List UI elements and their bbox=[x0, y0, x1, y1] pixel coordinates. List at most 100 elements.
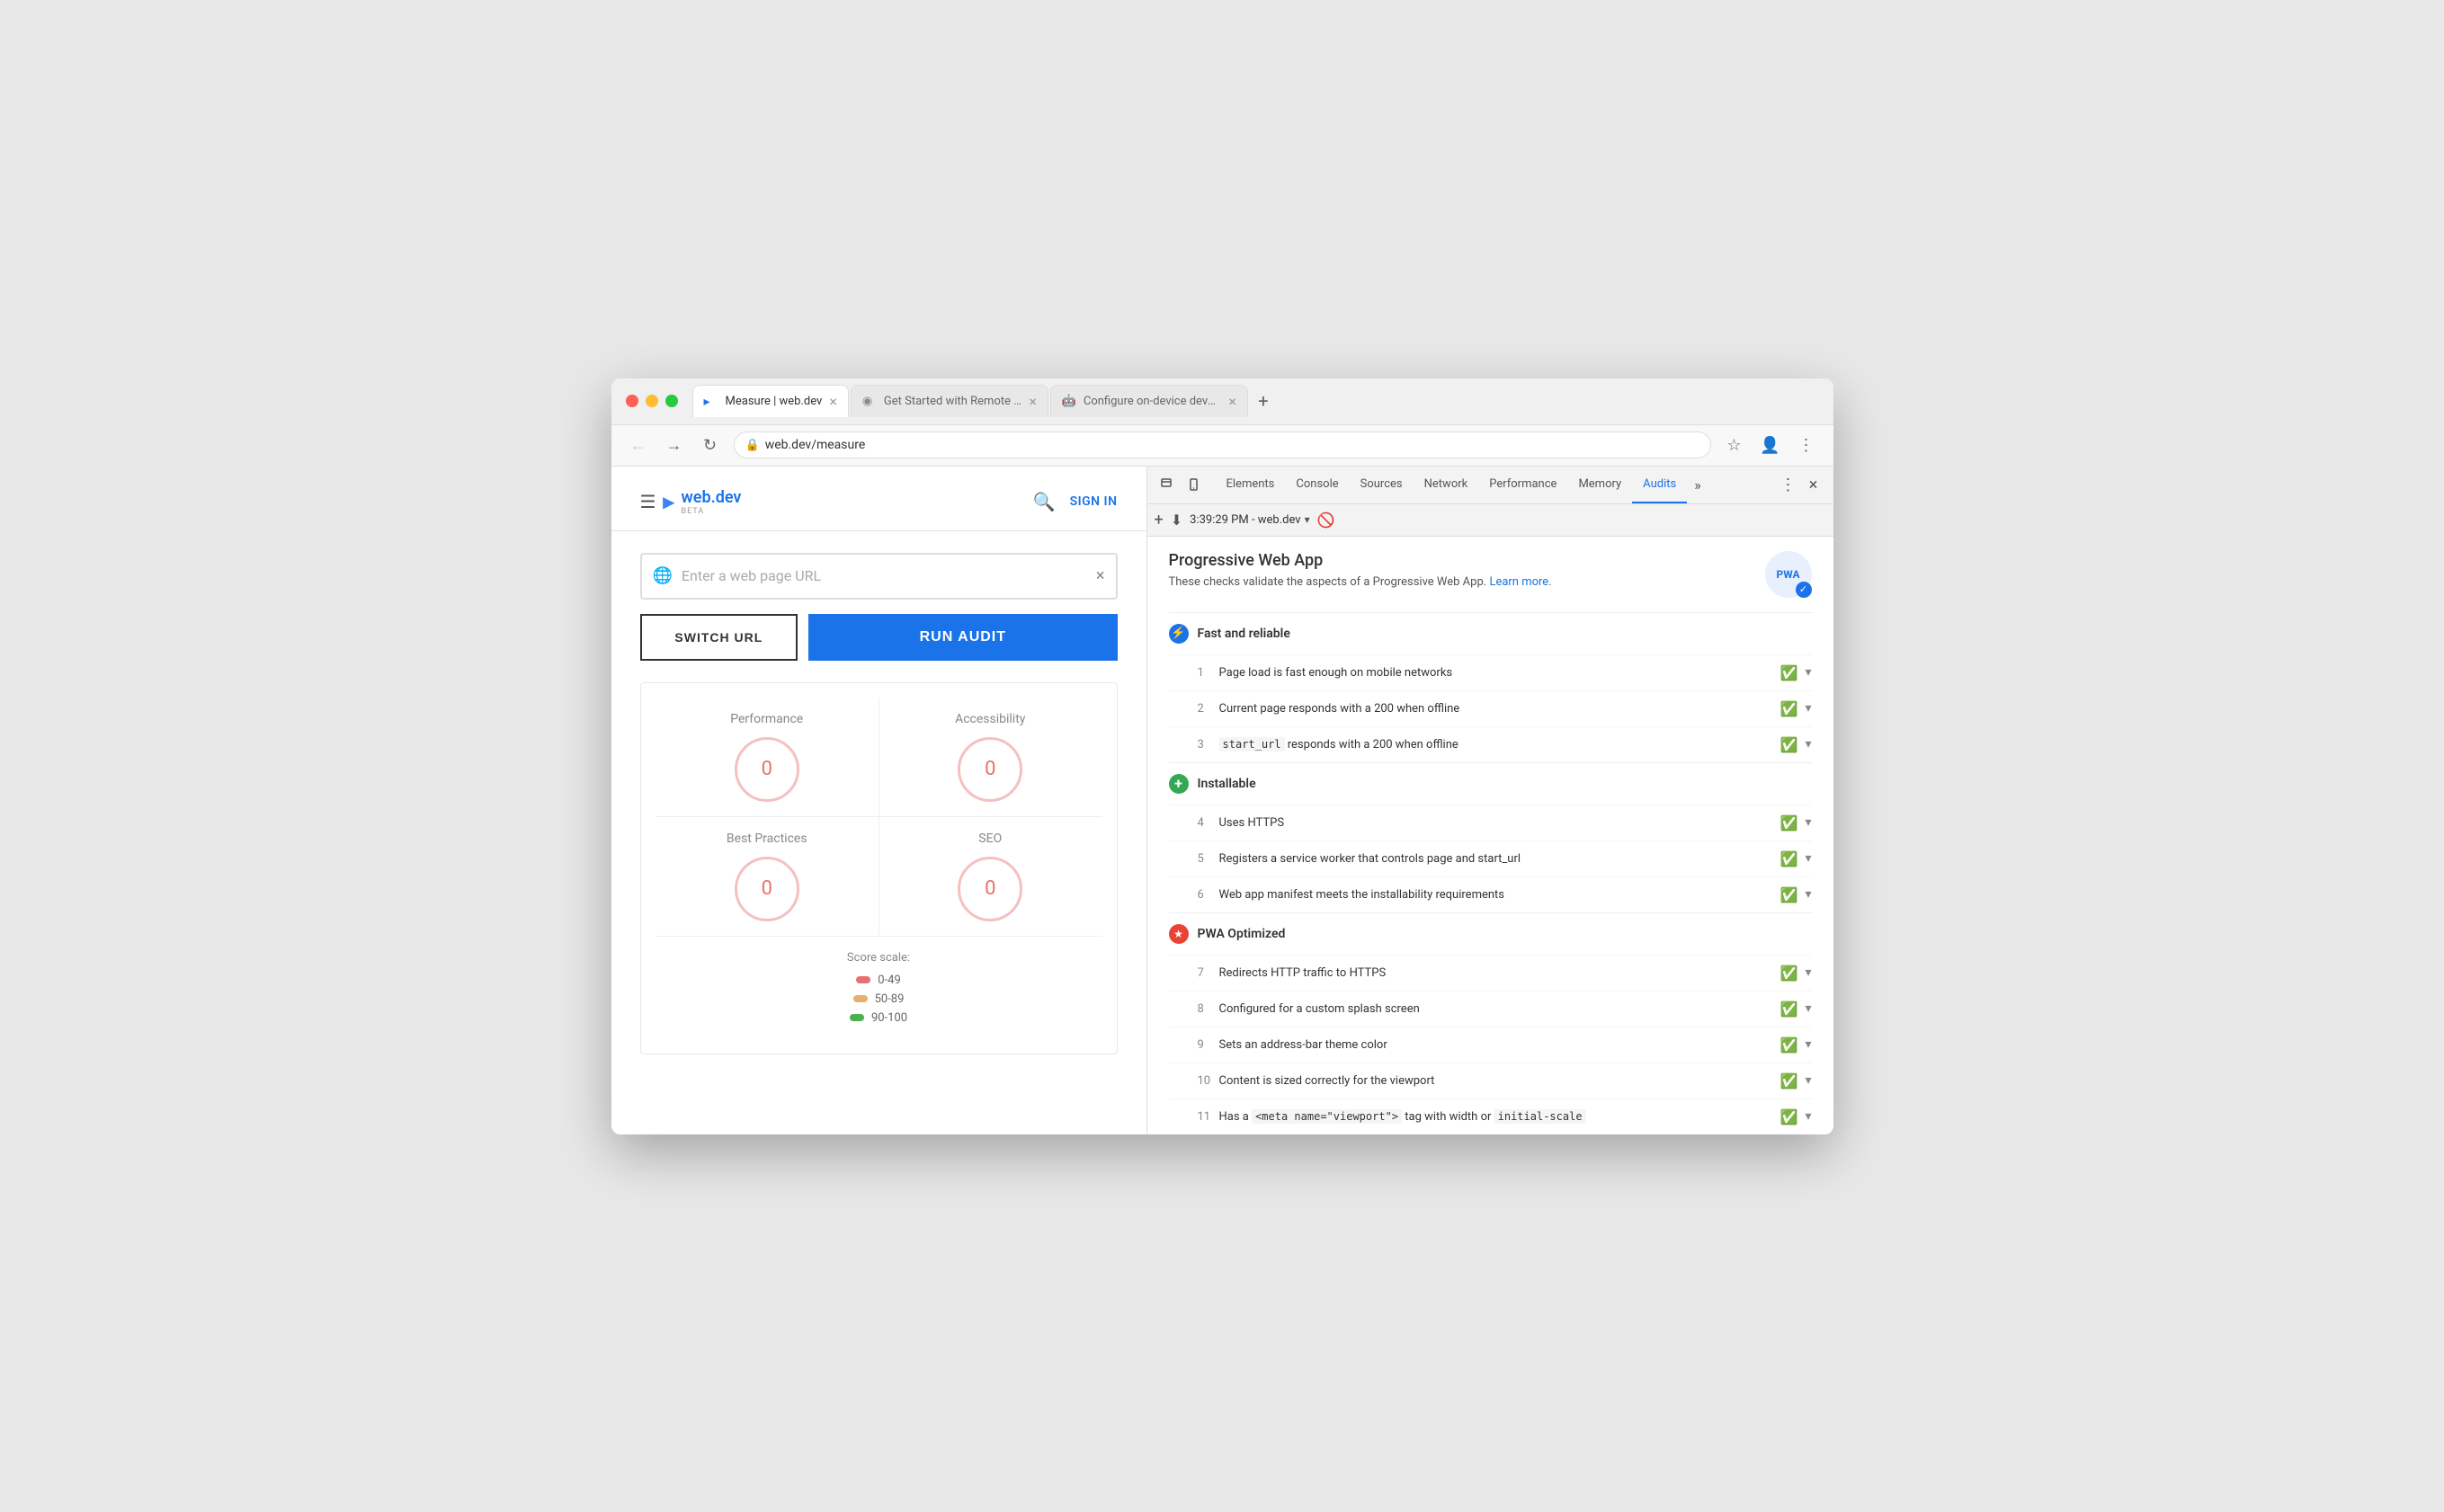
tab-close-1[interactable]: × bbox=[829, 395, 837, 409]
audit-item-8: 8 Configured for a custom splash screen … bbox=[1169, 991, 1812, 1027]
tab-favicon-1: ▸ bbox=[704, 395, 718, 409]
forward-button[interactable]: → bbox=[662, 432, 687, 458]
devtools-panel: Elements Console Sources Network Perform… bbox=[1147, 467, 1833, 1134]
audit-text-5: Registers a service worker that controls… bbox=[1219, 852, 1780, 866]
audit-expand-6[interactable]: ▾ bbox=[1805, 887, 1811, 902]
back-button[interactable]: ← bbox=[626, 432, 651, 458]
audit-expand-3[interactable]: ▾ bbox=[1805, 737, 1811, 752]
search-icon[interactable]: 🔍 bbox=[1033, 491, 1056, 512]
scores-grid: Performance 0 Accessibility 0 bbox=[656, 698, 1102, 937]
audit-item-9: 9 Sets an address-bar theme color ✅ ▾ bbox=[1169, 1027, 1812, 1063]
audit-check-icon-7: ✅ bbox=[1780, 965, 1798, 982]
seo-circle: 0 bbox=[958, 857, 1022, 921]
seo-value: 0 bbox=[985, 877, 995, 900]
audit-num-9: 9 bbox=[1198, 1038, 1219, 1052]
audit-item-4: 4 Uses HTTPS ✅ ▾ bbox=[1169, 805, 1812, 840]
audit-item-2: 2 Current page responds with a 200 when … bbox=[1169, 690, 1812, 726]
audit-expand-7[interactable]: ▾ bbox=[1805, 965, 1811, 980]
maximize-traffic-light[interactable] bbox=[665, 395, 678, 407]
address-input[interactable]: 🔒 web.dev/measure bbox=[734, 431, 1711, 458]
tab-close-2[interactable]: × bbox=[1029, 395, 1037, 409]
chrome-menu-button[interactable]: ⋮ bbox=[1794, 432, 1819, 458]
audit-check-icon-10: ✅ bbox=[1780, 1072, 1798, 1090]
audit-num-7: 7 bbox=[1198, 966, 1219, 980]
tab-network[interactable]: Network bbox=[1414, 467, 1479, 504]
audit-text-3: start_url responds with a 200 when offli… bbox=[1219, 738, 1780, 752]
tab-memory[interactable]: Memory bbox=[1567, 467, 1632, 504]
pwa-optimized-icon: ★ bbox=[1169, 924, 1189, 944]
pwa-badge-check-icon: ✓ bbox=[1796, 582, 1812, 598]
tab-remote-debug[interactable]: ◉ Get Started with Remote Debu... × bbox=[851, 385, 1048, 417]
download-audit-icon[interactable]: ⬇ bbox=[1171, 511, 1182, 529]
scale-section: Score scale: 0-49 50-89 90-100 bbox=[656, 937, 1102, 1039]
more-tabs-button[interactable]: » bbox=[1687, 476, 1708, 494]
tab-favicon-3: 🤖 bbox=[1062, 395, 1076, 409]
browser-window: ▸ Measure | web.dev × ◉ Get Started with… bbox=[611, 378, 1833, 1134]
audit-text-9: Sets an address-bar theme color bbox=[1219, 1038, 1780, 1052]
audit-expand-8[interactable]: ▾ bbox=[1805, 1001, 1811, 1016]
audit-url-dropdown-icon: ▾ bbox=[1305, 513, 1310, 526]
add-audit-icon[interactable]: + bbox=[1155, 511, 1164, 529]
device-toolbar-icon[interactable] bbox=[1183, 472, 1209, 497]
tab-audits[interactable]: Audits bbox=[1632, 467, 1687, 504]
scale-item-red: 0-49 bbox=[856, 974, 901, 987]
pwa-learn-more-link[interactable]: Learn more bbox=[1489, 575, 1548, 589]
audit-url-badge[interactable]: 3:39:29 PM - web.dev ▾ bbox=[1190, 513, 1310, 527]
installable-title: Installable bbox=[1198, 777, 1256, 791]
audit-check-icon-5: ✅ bbox=[1780, 850, 1798, 867]
tab-sources[interactable]: Sources bbox=[1350, 467, 1414, 504]
measure-content: 🌐 Enter a web page URL × SWITCH URL RUN … bbox=[611, 553, 1146, 1054]
run-audit-button[interactable]: RUN AUDIT bbox=[808, 614, 1117, 661]
best-practices-circle: 0 bbox=[735, 857, 799, 921]
performance-score: Performance 0 bbox=[656, 698, 879, 816]
accessibility-value: 0 bbox=[985, 758, 995, 780]
audit-expand-11[interactable]: ▾ bbox=[1805, 1109, 1811, 1124]
hamburger-menu-icon[interactable]: ☰ bbox=[640, 491, 656, 512]
audit-text-11: Has a <meta name="viewport"> tag with wi… bbox=[1219, 1110, 1780, 1124]
tab-configure-device[interactable]: 🤖 Configure on-device develope... × bbox=[1050, 385, 1248, 417]
audit-text-10: Content is sized correctly for the viewp… bbox=[1219, 1074, 1780, 1088]
tab-console[interactable]: Console bbox=[1285, 467, 1349, 504]
devtools-close-button[interactable]: × bbox=[1801, 472, 1826, 497]
tab-performance[interactable]: Performance bbox=[1478, 467, 1567, 504]
switch-url-button[interactable]: SWITCH URL bbox=[640, 614, 798, 661]
pwa-badge: PWA ✓ bbox=[1765, 551, 1812, 598]
signin-button[interactable]: SIGN IN bbox=[1070, 494, 1118, 509]
scale-range-yellow: 50-89 bbox=[875, 992, 905, 1006]
audit-expand-10[interactable]: ▾ bbox=[1805, 1073, 1811, 1088]
bookmark-button[interactable]: ☆ bbox=[1722, 432, 1747, 458]
reload-button[interactable]: ↻ bbox=[698, 432, 723, 458]
audit-expand-1[interactable]: ▾ bbox=[1805, 665, 1811, 680]
scale-dot-green bbox=[850, 1014, 864, 1021]
logo-text: web.dev bbox=[681, 488, 741, 507]
audit-check-icon-11: ✅ bbox=[1780, 1108, 1798, 1125]
audit-expand-2[interactable]: ▾ bbox=[1805, 701, 1811, 716]
new-tab-button[interactable]: + bbox=[1250, 387, 1277, 414]
url-input-row[interactable]: 🌐 Enter a web page URL × bbox=[640, 553, 1118, 600]
close-traffic-light[interactable] bbox=[626, 395, 638, 407]
block-requests-icon[interactable]: 🚫 bbox=[1317, 511, 1335, 529]
audit-expand-5[interactable]: ▾ bbox=[1805, 851, 1811, 866]
devtools-menu-button[interactable]: ⋮ bbox=[1776, 472, 1801, 497]
audit-expand-4[interactable]: ▾ bbox=[1805, 815, 1811, 830]
tab-title-3: Configure on-device develope... bbox=[1084, 395, 1221, 408]
pwa-badge-text: PWA bbox=[1776, 568, 1799, 581]
tab-close-3[interactable]: × bbox=[1228, 395, 1236, 409]
audit-num-1: 1 bbox=[1198, 666, 1219, 680]
minimize-traffic-light[interactable] bbox=[646, 395, 658, 407]
profile-button[interactable]: 👤 bbox=[1758, 432, 1783, 458]
webpage-header: ☰ ▸ web.dev BETA 🔍 SIGN IN bbox=[611, 467, 1146, 530]
seo-score: SEO 0 bbox=[879, 817, 1102, 936]
audit-item-11: 11 Has a <meta name="viewport"> tag with… bbox=[1169, 1098, 1812, 1134]
inspect-element-icon[interactable] bbox=[1155, 472, 1180, 497]
tab-elements[interactable]: Elements bbox=[1216, 467, 1286, 504]
audit-num-8: 8 bbox=[1198, 1002, 1219, 1016]
devtools-subbar: + ⬇ 3:39:29 PM - web.dev ▾ 🚫 bbox=[1147, 504, 1833, 537]
lock-icon: 🔒 bbox=[745, 439, 760, 452]
tab-measure[interactable]: ▸ Measure | web.dev × bbox=[692, 385, 849, 417]
devtools-toolbar: Elements Console Sources Network Perform… bbox=[1147, 467, 1833, 504]
traffic-lights bbox=[626, 395, 678, 407]
audit-expand-9[interactable]: ▾ bbox=[1805, 1037, 1811, 1052]
best-practices-value: 0 bbox=[762, 877, 772, 900]
clear-input-icon[interactable]: × bbox=[1096, 566, 1105, 585]
